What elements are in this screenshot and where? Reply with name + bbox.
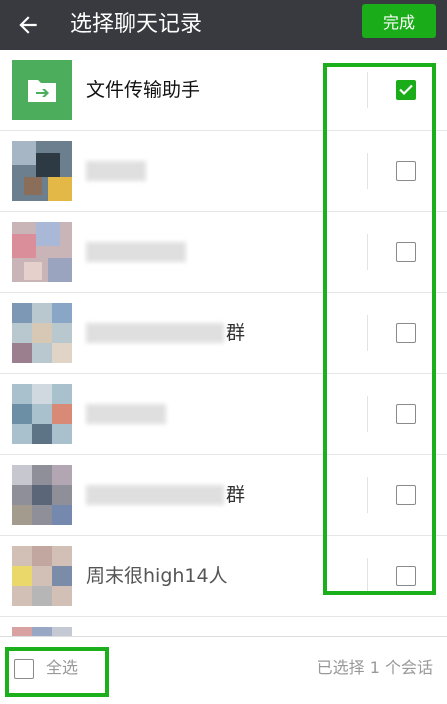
chat-name: 文件传输助手 — [86, 79, 201, 101]
avatar — [12, 627, 72, 636]
chat-name: 周末很high14人 — [86, 565, 228, 587]
chat-name-blurred — [86, 161, 146, 181]
done-button[interactable]: 完成 — [362, 4, 436, 38]
avatar — [12, 546, 72, 606]
chat-name-blurred — [86, 323, 224, 343]
chat-name-suffix: 群 — [226, 322, 246, 344]
back-button[interactable] — [8, 5, 48, 45]
checkbox-column-highlight — [323, 63, 436, 595]
chat-name-blurred — [86, 404, 166, 424]
header-bar: 选择聊天记录 完成 — [0, 0, 447, 50]
file-transfer-icon — [12, 60, 72, 120]
arrow-left-icon — [19, 16, 37, 34]
chat-row[interactable] — [0, 617, 447, 636]
avatar — [12, 141, 72, 201]
chat-name-blurred — [86, 242, 186, 262]
avatar — [12, 222, 72, 282]
avatar — [12, 303, 72, 363]
chat-name-suffix: 群 — [226, 484, 246, 506]
footer-bar: 全选 已选择 1 个会话 — [0, 636, 447, 704]
chat-name-blurred — [86, 485, 224, 505]
select-all-checkbox[interactable] — [14, 659, 34, 679]
selected-count: 已选择 1 个会话 — [316, 658, 433, 677]
page-title: 选择聊天记录 — [70, 12, 203, 37]
avatar — [12, 384, 72, 444]
avatar — [12, 465, 72, 525]
select-all-label[interactable]: 全选 — [46, 655, 78, 681]
